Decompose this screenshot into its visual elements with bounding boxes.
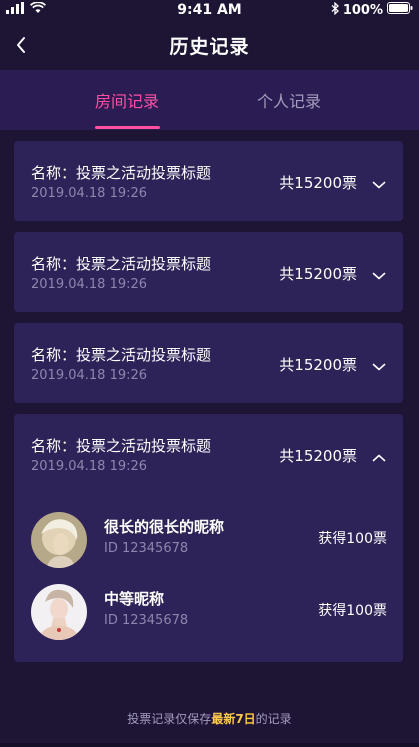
record-date: 2019.04.18 19:26 <box>31 186 148 201</box>
record-card-header[interactable]: 名称：投票之活动投票标题 2019.04.18 19:26 共15200票 <box>14 323 403 403</box>
retention-note-highlight: 最新7日 <box>211 712 256 726</box>
record-date: 2019.04.18 19:26 <box>31 277 148 292</box>
status-left <box>6 1 116 18</box>
chevron-down-icon[interactable] <box>372 357 386 371</box>
record-name: 名称：投票之活动投票标题 <box>31 255 212 273</box>
status-time: 9:41 AM <box>177 2 242 18</box>
record-date: 2019.04.18 19:26 <box>31 459 148 474</box>
signal-icon <box>6 2 26 18</box>
wifi-icon <box>29 1 47 18</box>
active-tab-indicator <box>95 126 160 129</box>
record-card-header[interactable]: 名称：投票之活动投票标题 2019.04.18 19:26 共15200票 <box>14 232 403 312</box>
member-nickname: 中等昵称 <box>104 590 165 608</box>
chevron-down-icon[interactable] <box>372 175 386 189</box>
member-id: ID 12345678 <box>104 613 189 628</box>
tab-bar: 房间记录 个人记录 <box>0 70 419 130</box>
record-date: 2019.04.18 19:26 <box>31 368 148 383</box>
chevron-up-icon[interactable] <box>372 448 386 462</box>
bottom-strip <box>0 743 419 747</box>
record-total-votes: 共15200票 <box>279 356 357 374</box>
retention-note: 投票记录仅保存最新7日的记录 <box>0 710 419 727</box>
record-card: 名称：投票之活动投票标题 2019.04.18 19:26 共15200票 <box>14 232 403 312</box>
status-right: 100% <box>303 1 413 19</box>
record-name: 名称：投票之活动投票标题 <box>31 437 212 455</box>
record-card: 名称：投票之活动投票标题 2019.04.18 19:26 共15200票 <box>14 141 403 221</box>
member-row[interactable]: 很长的很长的昵称 ID 12345678 获得100票 <box>14 510 403 570</box>
retention-note-suffix: 的记录 <box>255 712 292 726</box>
member-votes: 获得100票 <box>318 603 387 619</box>
chevron-down-icon[interactable] <box>372 266 386 280</box>
page-title: 历史记录 <box>169 35 250 58</box>
bluetooth-icon <box>331 1 339 19</box>
navigation-bar: 历史记录 <box>0 20 419 70</box>
record-card: 名称：投票之活动投票标题 2019.04.18 19:26 共15200票 <box>14 323 403 403</box>
member-nickname: 很长的很长的昵称 <box>104 518 225 536</box>
member-votes: 获得100票 <box>318 531 387 547</box>
avatar <box>31 584 87 640</box>
record-total-votes: 共15200票 <box>279 447 357 465</box>
avatar <box>31 512 87 568</box>
record-card-header[interactable]: 名称：投票之活动投票标题 2019.04.18 19:26 共15200票 <box>14 141 403 221</box>
record-name: 名称：投票之活动投票标题 <box>31 346 212 364</box>
member-row[interactable]: 中等昵称 ID 12345678 获得100票 <box>14 582 403 642</box>
record-card-header[interactable]: 名称：投票之活动投票标题 2019.04.18 19:26 共15200票 <box>14 414 403 494</box>
back-button[interactable] <box>12 33 36 57</box>
record-total-votes: 共15200票 <box>279 265 357 283</box>
tab-personal-records[interactable]: 个人记录 <box>224 70 354 130</box>
record-card-expanded: 名称：投票之活动投票标题 2019.04.18 19:26 共15200票 很长… <box>14 414 403 662</box>
tab-room-records[interactable]: 房间记录 <box>62 70 192 130</box>
battery-icon <box>387 2 413 18</box>
back-arrow-icon <box>12 37 36 61</box>
record-name: 名称：投票之活动投票标题 <box>31 164 212 182</box>
record-total-votes: 共15200票 <box>279 174 357 192</box>
member-id: ID 12345678 <box>104 541 189 556</box>
retention-note-prefix: 投票记录仅保存 <box>127 712 212 726</box>
battery-percent: 100% <box>342 2 383 18</box>
status-bar: 9:41 AM 100% <box>0 0 419 20</box>
